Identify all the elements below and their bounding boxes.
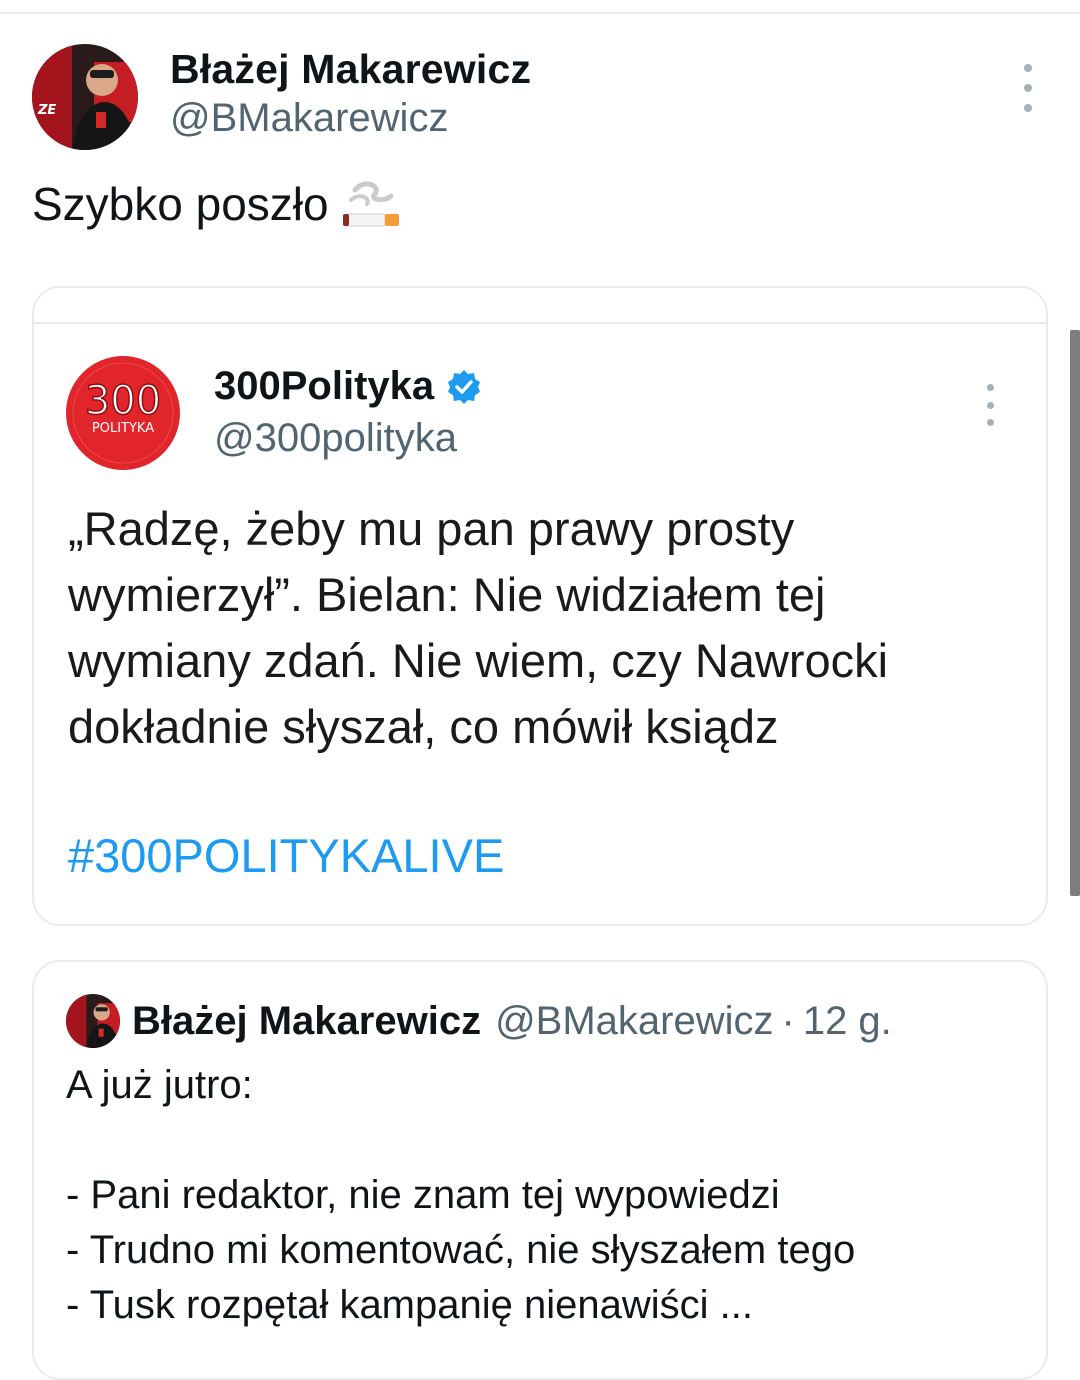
embedded-line: - Tusk rozpętał kampanię nienawiści ... xyxy=(66,1283,753,1327)
polityka-logo-avatar[interactable]: 300 POLITYKA xyxy=(66,356,180,470)
scrollbar[interactable] xyxy=(1070,330,1080,896)
embedded-line: - Pani redaktor, nie znam tej wypowiedzi xyxy=(66,1173,780,1217)
quoted-tweet-card[interactable]: 300 POLITYKA 300Polityka @300polityka „R… xyxy=(32,286,1048,926)
quoted-more-options-icon[interactable] xyxy=(980,384,1000,426)
author-name[interactable]: Błażej Makarewicz xyxy=(170,46,531,93)
svg-text:ZE: ZE xyxy=(37,103,56,118)
quoted-author[interactable]: 300Polityka xyxy=(214,364,482,409)
top-divider xyxy=(0,12,1080,14)
embedded-line: - Trudno mi komentować, nie słyszałem te… xyxy=(66,1228,856,1272)
embedded-tweet-header: Błażej Makarewicz @BMakarewicz · 12 g. xyxy=(66,994,892,1048)
verified-badge-icon xyxy=(448,369,481,404)
quoted-tweet-text: „Radzę, żeby mu pan prawy prosty wymierz… xyxy=(68,502,889,753)
author-handle[interactable]: @BMakarewicz xyxy=(170,96,448,141)
embedded-tweet-text: A już jutro: - Pani redaktor, nie znam t… xyxy=(66,1058,1026,1333)
embedded-author-handle[interactable]: @BMakarewicz xyxy=(495,999,773,1044)
separator-dot: · xyxy=(781,998,795,1043)
logo-number: 300 xyxy=(85,378,161,424)
quoted-hashtag-link[interactable]: #300POLITYKALIVE xyxy=(68,828,504,883)
author-avatar[interactable]: ZE xyxy=(32,44,138,150)
embedded-tweet-card[interactable]: Błażej Makarewicz @BMakarewicz · 12 g. A… xyxy=(32,960,1048,1380)
tweet-text: Szybko poszło xyxy=(32,178,329,230)
cigarette-emoji-icon xyxy=(342,181,399,227)
quoted-author-handle[interactable]: @300polityka xyxy=(214,416,457,461)
logo-word: POLITYKA xyxy=(92,421,154,436)
embedded-timestamp[interactable]: 12 g. xyxy=(803,999,892,1044)
embedded-line: A już jutro: xyxy=(66,1063,253,1107)
tweet-header: ZE Błażej Makarewicz @BMakarewicz xyxy=(32,44,1052,154)
embedded-author-name[interactable]: Błażej Makarewicz xyxy=(132,999,481,1044)
quoted-author-name[interactable]: 300Polityka xyxy=(214,364,434,409)
embedded-line-blank xyxy=(66,1113,1026,1168)
more-options-icon[interactable] xyxy=(1016,64,1040,112)
embedded-author-avatar[interactable] xyxy=(66,994,120,1048)
quoted-divider xyxy=(34,322,1046,324)
tweet-body: Szybko poszło xyxy=(32,176,403,232)
